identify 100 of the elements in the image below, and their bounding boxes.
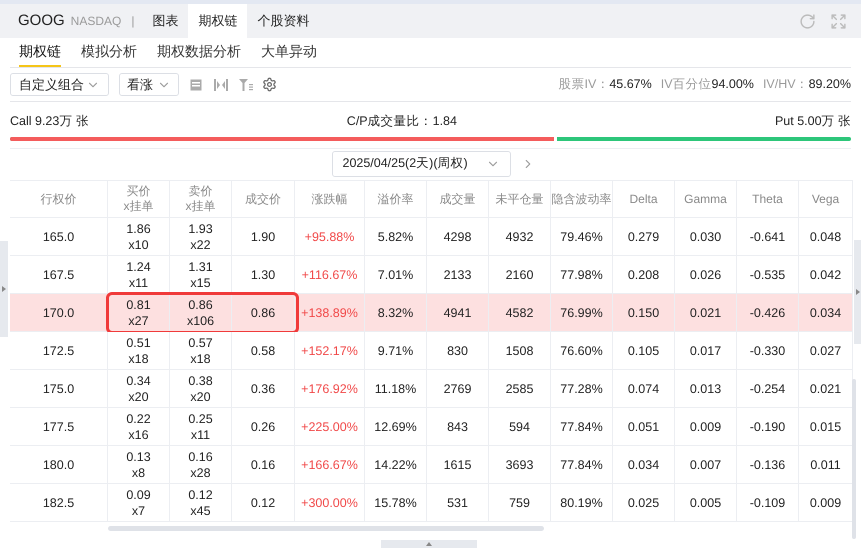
table-cell: 0.074 <box>628 380 660 396</box>
sub-tab[interactable]: 期权数据分析 <box>157 37 241 67</box>
direction-select[interactable]: 看涨 <box>119 73 179 96</box>
column-header: 买价 x挂单 <box>108 181 170 217</box>
table-cell: -0.136 <box>750 456 786 472</box>
call-volume: Call 9.23万 张 <box>10 112 89 130</box>
option-row[interactable]: 182.5 0.09 x7 0.12 x45 0.12 +300.00% 15.78% 531 759 80.19% 0.025 0.005 -0.109 0.009 <box>10 484 853 522</box>
table-cell: 0.26 <box>250 418 276 434</box>
header-tab[interactable]: 图表 <box>142 4 188 38</box>
stat-label: IV百分位 <box>660 76 712 94</box>
vertical-scrollbar[interactable] <box>852 379 856 539</box>
table-layout-icon[interactable] <box>190 78 202 90</box>
table-cell: 0.81 x27 <box>126 296 151 328</box>
table-cell: 0.51 x18 <box>126 334 151 366</box>
table-cell: 0.051 <box>628 418 660 434</box>
sub-tab[interactable]: 大单异动 <box>261 37 317 67</box>
table-cell: 1.31 x15 <box>188 258 213 290</box>
column-header: 未平仓量 <box>489 181 551 217</box>
table-cell: 0.005 <box>690 494 722 510</box>
table-cell: +116.67% <box>302 266 358 282</box>
table-cell: 77.84% <box>560 418 603 434</box>
option-row[interactable]: 177.5 0.22 x16 0.25 x11 0.26 +225.00% 12.69% 843 594 77.84% 0.051 0.009 -0.190 0.015 <box>10 408 853 446</box>
table-cell: 77.98% <box>560 266 603 282</box>
table-cell: 0.38 x20 <box>188 372 213 404</box>
right-collapse-handle[interactable] <box>854 240 861 344</box>
column-header: 成交价 <box>232 181 295 217</box>
option-row[interactable]: 167.5 1.24 x11 1.31 x15 1.30 +116.67% 7.01% 2133 2160 77.98% 0.208 0.026 -0.535 0.042 <box>10 256 853 294</box>
bottom-collapse-handle[interactable] <box>381 540 477 548</box>
stat-value: 89.20% <box>808 76 851 94</box>
option-row[interactable]: 165.0 1.86 x10 1.93 x22 1.90 +95.88% 5.82% 4298 4932 79.46% 0.279 0.030 -0.641 0.048 <box>10 218 853 256</box>
table-cell: 0.105 <box>628 342 660 358</box>
refresh-icon[interactable] <box>799 12 816 30</box>
option-row[interactable]: 172.5 0.51 x18 0.57 x18 0.58 +152.17% 9.71% 830 1508 76.60% 0.105 0.017 -0.330 0.027 <box>10 332 853 370</box>
table-cell: 2769 <box>444 380 472 396</box>
table-cell: 9.71% <box>378 342 414 358</box>
table-cell: 0.36 <box>250 380 276 396</box>
table-cell: 182.5 <box>42 494 74 510</box>
option-row[interactable]: 180.0 0.13 x8 0.16 x28 0.16 +166.67% 14.22% 1615 3693 77.84% 0.034 0.007 -0.136 0.011 <box>10 446 853 484</box>
table-cell: 531 <box>447 494 468 510</box>
table-cell: -0.426 <box>750 304 786 320</box>
table-cell: 79.46% <box>560 228 603 244</box>
table-cell: 5.82% <box>378 228 414 244</box>
split-columns-icon[interactable] <box>214 78 228 90</box>
table-cell: 0.86 x106 <box>186 296 214 328</box>
table-cell: 1.86 x10 <box>126 220 151 252</box>
table-cell: 0.22 x16 <box>126 410 151 442</box>
table-cell: +95.88% <box>304 228 354 244</box>
up-triangle-icon <box>426 542 432 546</box>
column-header: 溢价率 <box>365 181 427 217</box>
left-collapse-handle[interactable] <box>0 241 8 337</box>
option-row[interactable]: 175.0 0.34 x20 0.38 x20 0.36 +176.92% 11.18% 2769 2585 77.28% 0.074 0.013 -0.254 0.021 <box>10 370 853 408</box>
table-cell: 14.22% <box>374 456 417 472</box>
table-cell: 80.19% <box>560 494 603 510</box>
table-cell: 0.034 <box>628 456 660 472</box>
table-cell: 2160 <box>506 266 534 282</box>
separator: | <box>131 13 134 30</box>
expiry-select[interactable]: 2025/04/25(2天)(周权) <box>332 150 510 176</box>
table-cell: 0.021 <box>690 304 722 320</box>
fullscreen-icon[interactable] <box>830 12 847 30</box>
table-cell: 1.93 x22 <box>188 220 213 252</box>
table-cell: 0.86 <box>250 304 276 320</box>
table-cell: 0.048 <box>810 228 842 244</box>
table-cell: 2585 <box>506 380 534 396</box>
option-row[interactable]: 170.0 0.81 x27 0.86 x106 0.86 +138.89% 8.32% 4941 4582 76.99% 0.150 0.021 -0.426 0.034 <box>10 294 853 332</box>
settings-icon[interactable] <box>262 77 277 92</box>
header-tab[interactable]: 期权链 <box>188 4 248 38</box>
table-cell: 0.13 x8 <box>126 448 151 480</box>
table-cell: 0.017 <box>690 342 722 358</box>
table-cell: 759 <box>509 494 530 510</box>
table-cell: 0.16 x28 <box>188 448 213 480</box>
table-cell: 0.009 <box>690 418 722 434</box>
table-cell: 0.009 <box>810 494 842 510</box>
header-tab[interactable]: 个股资料 <box>247 4 320 38</box>
table-cell: 0.150 <box>628 304 660 320</box>
table-cell: 0.57 x18 <box>188 334 213 366</box>
table-cell: 843 <box>447 418 468 434</box>
table-cell: -0.330 <box>750 342 786 358</box>
table-cell: 1508 <box>506 342 534 358</box>
table-cell: 0.021 <box>810 380 842 396</box>
table-cell: 1.90 <box>250 228 276 244</box>
table-cell: 2133 <box>444 266 472 282</box>
table-cell: 1.30 <box>250 266 276 282</box>
table-cell: 0.58 <box>250 342 276 358</box>
column-header: 涨跌幅 <box>295 181 365 217</box>
table-cell: 165.0 <box>42 228 74 244</box>
table-cell: 77.28% <box>560 380 603 396</box>
filter-icon[interactable] <box>239 78 253 90</box>
combo-select[interactable]: 自定义组合 <box>10 73 109 96</box>
table-cell: 4941 <box>444 304 472 320</box>
table-cell: 0.013 <box>690 380 722 396</box>
horizontal-scrollbar[interactable] <box>108 526 544 531</box>
table-cell: 3693 <box>506 456 534 472</box>
stat-label: IV/HV： <box>762 76 809 94</box>
column-header: Theta <box>737 181 799 217</box>
table-cell: 0.09 x7 <box>126 486 151 518</box>
table-cell: 0.042 <box>810 266 842 282</box>
table-cell: 167.5 <box>42 266 74 282</box>
sub-tab[interactable]: 模拟分析 <box>81 37 137 67</box>
sub-tab[interactable]: 期权链 <box>19 37 61 67</box>
exchange-label: NASDAQ <box>70 13 122 30</box>
